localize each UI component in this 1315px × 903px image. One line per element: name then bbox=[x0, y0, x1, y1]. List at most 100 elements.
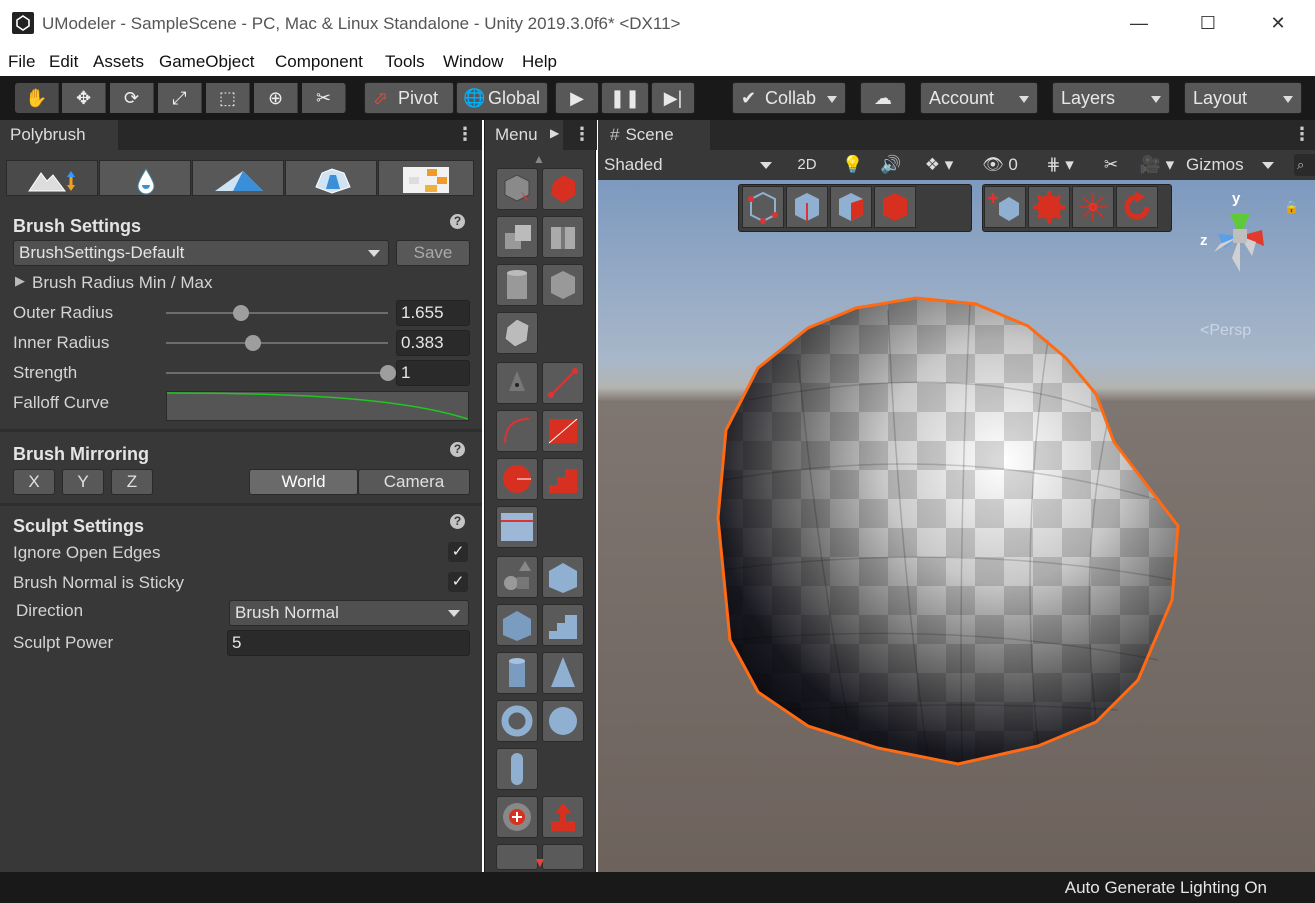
menu-edit[interactable]: Edit bbox=[49, 52, 78, 72]
rectangle-tool-icon[interactable] bbox=[542, 410, 584, 452]
brush-radius-group[interactable]: Brush Radius Min / Max bbox=[32, 273, 212, 293]
brush-normal-sticky-checkbox[interactable]: ✓ bbox=[448, 572, 468, 592]
save-button[interactable]: Save bbox=[396, 240, 470, 266]
vertex-mode-icon[interactable] bbox=[742, 186, 784, 228]
global-toggle[interactable]: 🌐 Global bbox=[456, 82, 548, 114]
2d-toggle[interactable]: 2D bbox=[788, 152, 826, 178]
pause-button[interactable]: ❚❚ bbox=[601, 82, 649, 114]
cloud-button[interactable]: ☁ bbox=[860, 82, 906, 114]
play-arrow-icon[interactable]: ▶ bbox=[550, 126, 559, 140]
tool-partial-icon[interactable] bbox=[542, 844, 584, 870]
layers-dropdown[interactable]: Layers bbox=[1052, 82, 1170, 114]
inner-radius-slider-thumb[interactable] bbox=[244, 335, 261, 351]
add-object-icon[interactable] bbox=[496, 796, 538, 838]
capsule-icon[interactable] bbox=[496, 748, 538, 790]
tools-icon[interactable]: ✂ bbox=[1096, 152, 1126, 178]
menu-gameobject[interactable]: GameObject bbox=[159, 52, 254, 72]
box-icon[interactable] bbox=[542, 556, 584, 598]
split-face-icon[interactable] bbox=[496, 506, 538, 548]
world-space-button[interactable]: World bbox=[249, 469, 358, 495]
box-blue-icon[interactable] bbox=[496, 604, 538, 646]
menu-component[interactable]: Component bbox=[275, 52, 363, 72]
sculpt-power-field[interactable]: 5 bbox=[227, 630, 470, 656]
mirror-y-button[interactable]: Y bbox=[62, 469, 104, 495]
ignore-open-edges-checkbox[interactable]: ✓ bbox=[448, 542, 468, 562]
smooth-mode-button[interactable] bbox=[99, 160, 191, 196]
polyhedron-icon[interactable] bbox=[496, 312, 538, 354]
menu-help[interactable]: Help bbox=[522, 52, 557, 72]
step-button[interactable]: ▶| bbox=[651, 82, 695, 114]
scene-viewport[interactable]: y z 🔒 <Persp bbox=[598, 180, 1315, 872]
account-dropdown[interactable]: Account bbox=[920, 82, 1038, 114]
pivot-star-icon[interactable] bbox=[1072, 186, 1114, 228]
menu-tools[interactable]: Tools bbox=[385, 52, 425, 72]
outer-radius-field[interactable]: 1.655 bbox=[396, 300, 470, 326]
sculpt-mode-button[interactable] bbox=[6, 160, 98, 196]
rotate-tool-icon[interactable]: ⟳ bbox=[110, 83, 154, 113]
play-button[interactable]: ▶ bbox=[555, 82, 599, 114]
falloff-curve-field[interactable] bbox=[166, 391, 469, 421]
gizmos-dropdown[interactable]: Gizmos bbox=[1184, 152, 1280, 178]
sphere-icon[interactable] bbox=[542, 700, 584, 742]
direction-dropdown[interactable]: Brush Normal bbox=[229, 600, 469, 626]
face-mode-icon[interactable] bbox=[830, 186, 872, 228]
cylinder-shape-icon[interactable] bbox=[496, 264, 538, 306]
edge-mode-icon[interactable] bbox=[786, 186, 828, 228]
layout-dropdown[interactable]: Layout bbox=[1184, 82, 1302, 114]
tool-partial-icon[interactable] bbox=[496, 844, 538, 870]
transform-tool-icon[interactable]: ⊕ bbox=[254, 83, 298, 113]
help-icon[interactable]: ? bbox=[450, 442, 465, 457]
strength-slider-thumb[interactable] bbox=[380, 365, 396, 381]
select-object-icon[interactable] bbox=[496, 168, 538, 210]
cylinder-icon[interactable] bbox=[496, 652, 538, 694]
undo-arrow-icon[interactable] bbox=[1116, 186, 1158, 228]
pivot-toggle[interactable]: ⬀ Pivot bbox=[364, 82, 454, 114]
select-face-icon[interactable] bbox=[542, 168, 584, 210]
polybrush-tab[interactable]: Polybrush bbox=[0, 120, 118, 150]
menu-window[interactable]: Window bbox=[443, 52, 503, 72]
primitives-icon[interactable] bbox=[496, 556, 538, 598]
pen-tool-icon[interactable] bbox=[496, 362, 538, 404]
panel-menu-icon[interactable]: ⋮ bbox=[456, 124, 474, 145]
effects-dropdown-icon[interactable]: ❖ ▾ bbox=[914, 152, 964, 178]
inset-icon[interactable] bbox=[542, 216, 584, 258]
brush-preset-dropdown[interactable]: BrushSettings-Default bbox=[13, 240, 389, 266]
mirror-z-button[interactable]: Z bbox=[111, 469, 153, 495]
hand-tool-icon[interactable]: ✋ bbox=[15, 83, 59, 113]
stairs-tool-icon[interactable] bbox=[542, 458, 584, 500]
strength-slider[interactable] bbox=[166, 372, 388, 374]
prefab-mode-button[interactable] bbox=[285, 160, 377, 196]
scene-tab[interactable]: # Scene bbox=[598, 120, 710, 150]
lighting-bulb-icon[interactable]: 💡 bbox=[838, 152, 868, 178]
grid-toggle-icon[interactable]: ⋕ ▾ bbox=[1030, 152, 1090, 178]
menu-assets[interactable]: Assets bbox=[93, 52, 144, 72]
maximize-button[interactable]: ☐ bbox=[1188, 8, 1228, 38]
shading-mode-dropdown[interactable]: Shaded bbox=[598, 152, 778, 178]
line-tool-icon[interactable] bbox=[542, 362, 584, 404]
scroll-up-icon[interactable]: ▲ bbox=[533, 152, 545, 166]
extrude-icon[interactable] bbox=[496, 216, 538, 258]
camera-icon[interactable]: 🎥 ▾ bbox=[1132, 152, 1182, 178]
torus-icon[interactable] bbox=[496, 700, 538, 742]
perspective-label[interactable]: <Persp bbox=[1200, 322, 1251, 340]
help-icon[interactable]: ? bbox=[450, 214, 465, 229]
inner-radius-slider[interactable] bbox=[166, 342, 388, 344]
move-tool-icon[interactable]: ✥ bbox=[62, 83, 106, 113]
circle-tool-icon[interactable] bbox=[496, 458, 538, 500]
lock-icon[interactable]: 🔒 bbox=[1284, 200, 1299, 214]
settings-gear-icon[interactable] bbox=[1028, 186, 1070, 228]
hidden-objects-icon[interactable]: 👁 0 bbox=[974, 152, 1026, 178]
inner-radius-field[interactable]: 0.383 bbox=[396, 330, 470, 356]
scale-tool-icon[interactable]: ⤢ bbox=[158, 83, 202, 113]
paint-mode-button[interactable] bbox=[192, 160, 284, 196]
search-icon[interactable]: ⌕ bbox=[1294, 154, 1315, 176]
texture-mode-button[interactable] bbox=[378, 160, 474, 196]
rect-tool-icon[interactable]: ⬚ bbox=[206, 83, 250, 113]
expand-arrow-icon[interactable]: ▶ bbox=[15, 273, 25, 289]
close-button[interactable]: ✕ bbox=[1258, 8, 1298, 38]
audio-icon[interactable]: 🔊 bbox=[876, 152, 906, 178]
push-up-icon[interactable] bbox=[542, 796, 584, 838]
cone-icon[interactable] bbox=[542, 652, 584, 694]
add-cube-icon[interactable] bbox=[984, 186, 1026, 228]
arc-tool-icon[interactable] bbox=[496, 410, 538, 452]
